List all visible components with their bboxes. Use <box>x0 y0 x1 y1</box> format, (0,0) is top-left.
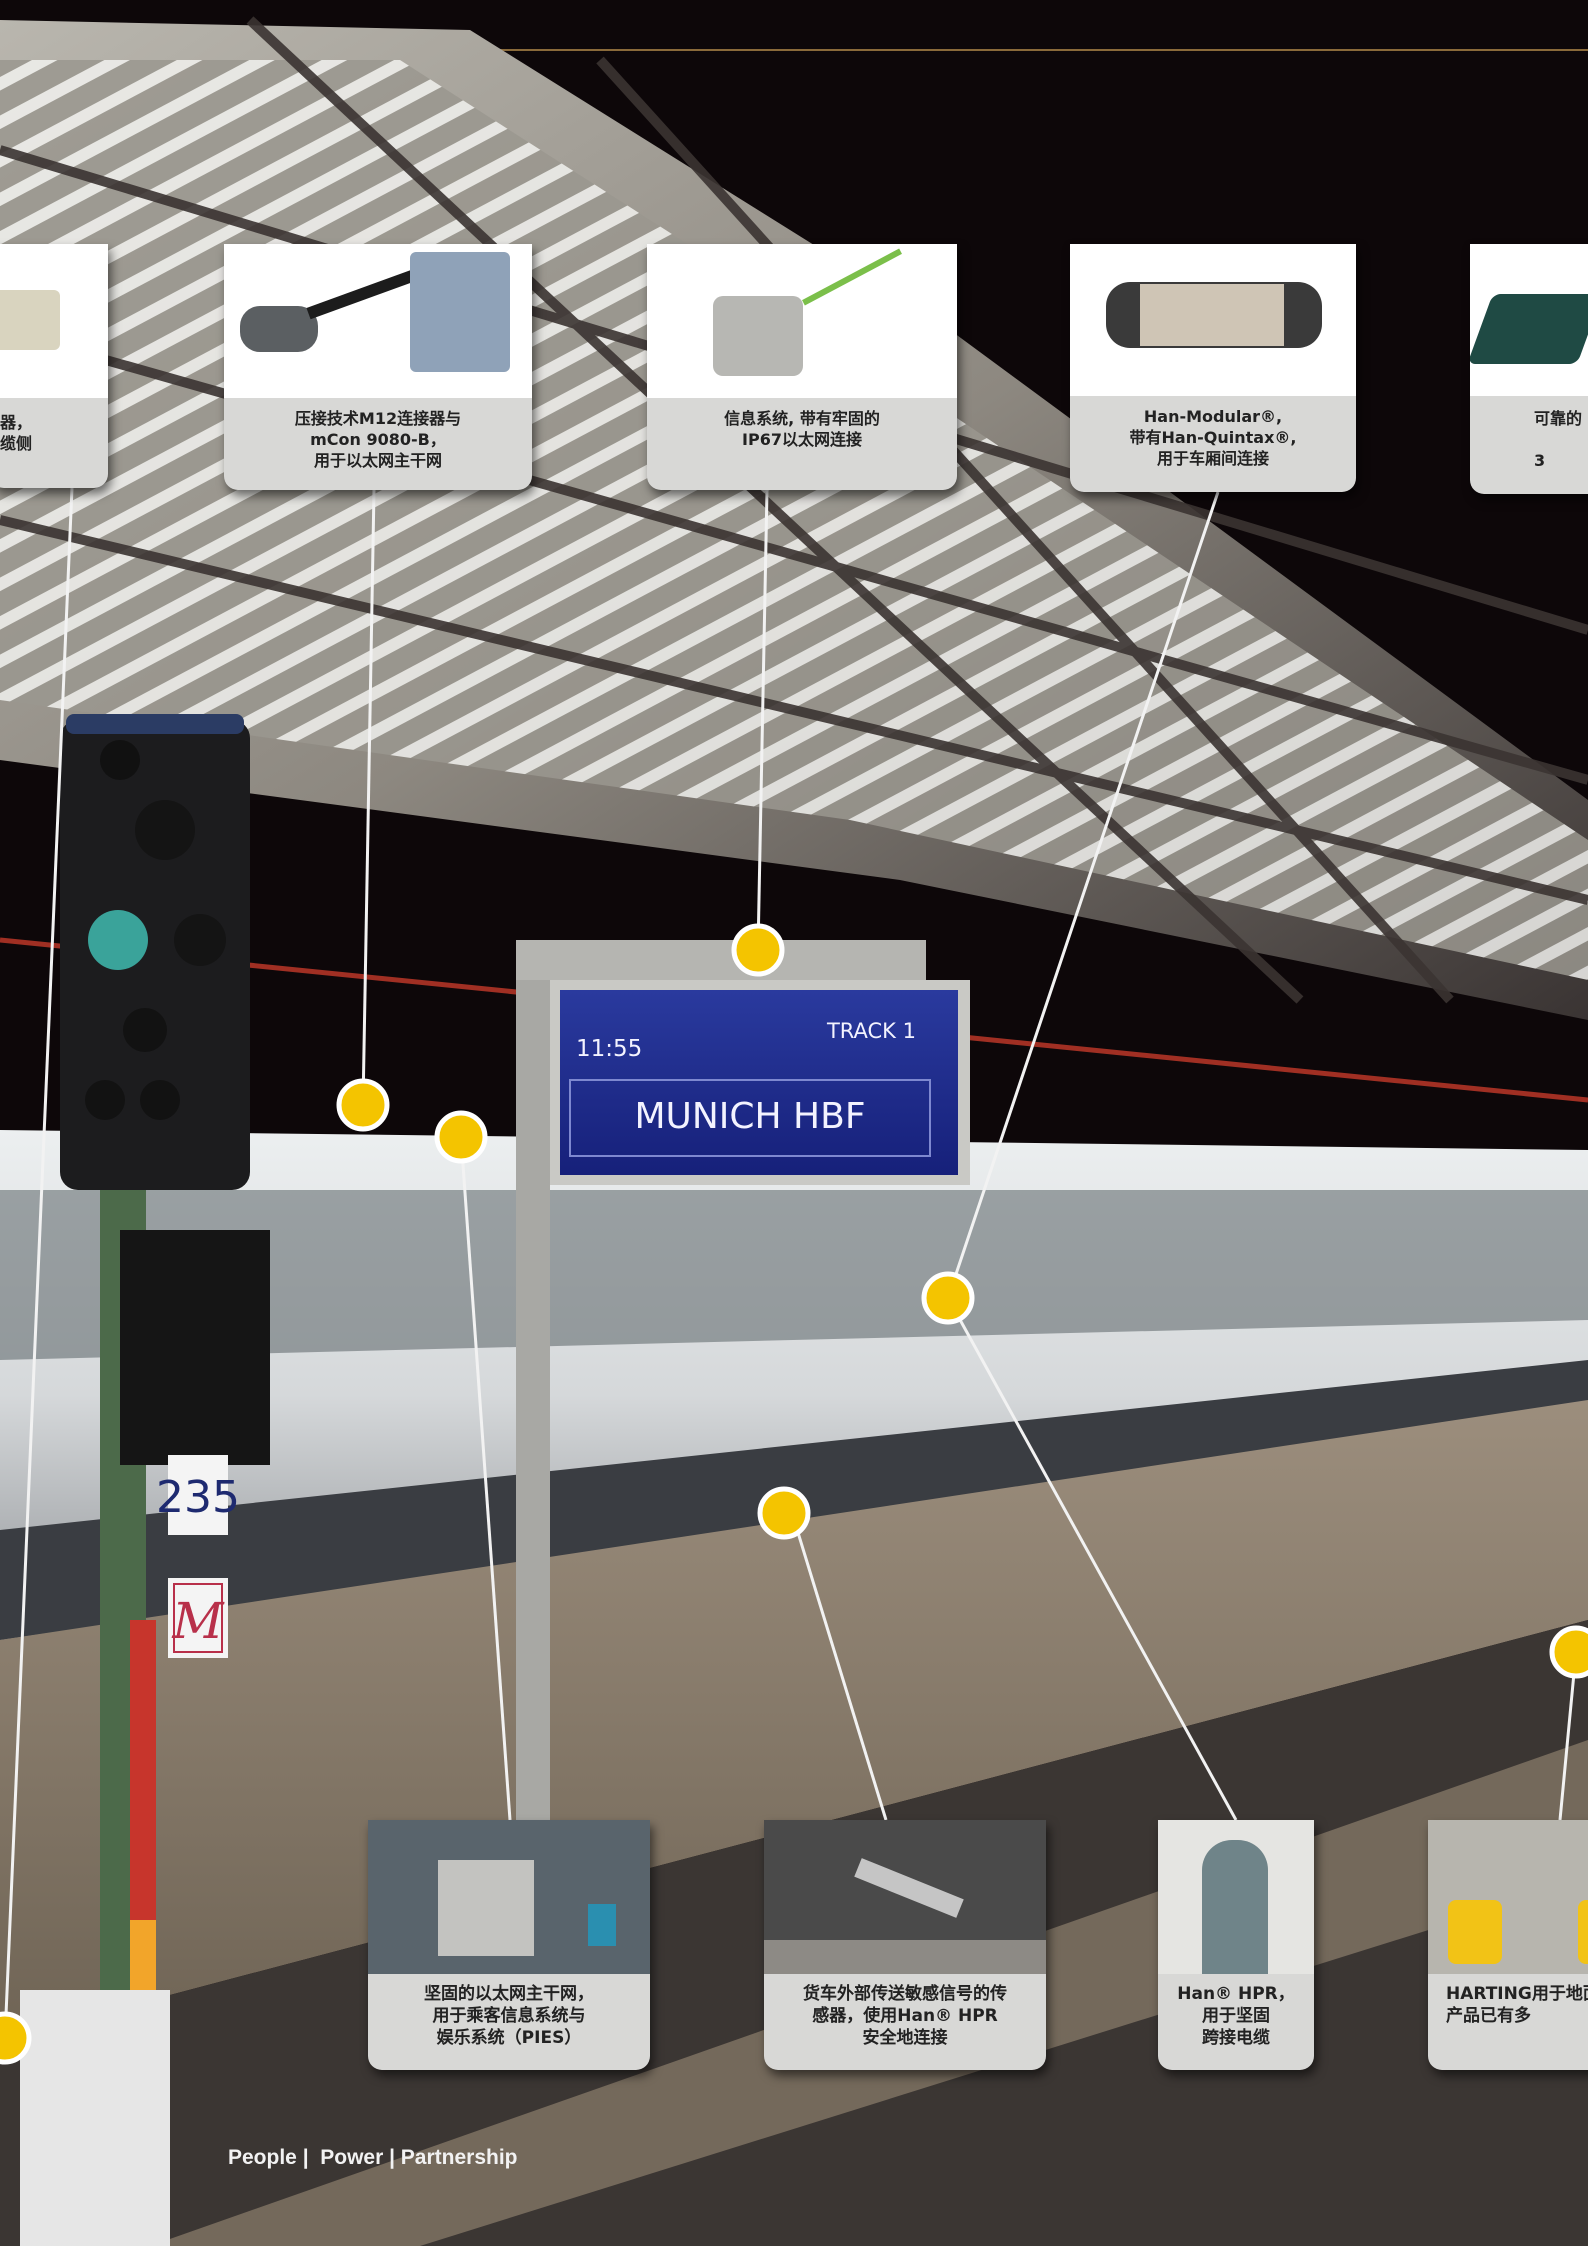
connector-photo <box>1470 244 1588 396</box>
top-callout-card-2[interactable]: 压接技术M12连接器与 mCon 9080-B， 用于以太网主干网 <box>224 244 532 490</box>
top-callout-card-1[interactable]: 器， 缆侧 <box>0 244 108 488</box>
card-caption: 货车外部传送敏感信号的传 感器，使用Han® HPR 安全地连接 <box>803 1984 1007 2048</box>
ip67-connector-photo <box>647 244 957 398</box>
hotspot-marker[interactable] <box>921 1271 975 1325</box>
signal-number-plate: 235 <box>156 1472 240 1523</box>
bottom-callout-card-4[interactable]: HARTING用于地面 产品已有多 <box>1428 1820 1588 2070</box>
card-caption: 压接技术M12连接器与 mCon 9080-B， 用于以太网主干网 <box>294 409 462 470</box>
hotspot-marker[interactable] <box>731 923 785 977</box>
han-hpr-jumper-cable-photo <box>1158 1820 1314 1974</box>
ground-equipment-photo <box>1428 1820 1588 1974</box>
card-caption: HARTING用于地面 产品已有多 <box>1446 1984 1588 2026</box>
bottom-callout-card-3[interactable]: Han® HPR， 用于坚固 跨接电缆 <box>1158 1820 1314 2070</box>
footer-tagline: People | Power | Partnership <box>228 2146 518 2169</box>
card-caption: Han® HPR， 用于坚固 跨接电缆 <box>1177 1984 1295 2048</box>
top-callout-card-4[interactable]: Han-Modular®, 带有Han-Quintax®, 用于车厢间连接 <box>1070 244 1356 492</box>
card-caption: 器， 缆侧 <box>0 413 33 453</box>
board-destination: MUNICH HBF <box>634 1096 865 1137</box>
top-callout-card-5[interactable]: 可靠的 3 <box>1470 244 1588 494</box>
hotspot-marker[interactable] <box>1549 1625 1588 1679</box>
bottom-callout-card-2[interactable]: 货车外部传送敏感信号的传 感器，使用Han® HPR 安全地连接 <box>764 1820 1046 2070</box>
signal-letter-plate: M <box>171 1592 225 1650</box>
hotspot-marker[interactable] <box>0 2011 32 2065</box>
card-caption: 坚固的以太网主干网， 用于乘客信息系统与 娱乐系统（PIES） <box>424 1984 594 2048</box>
hotspot-marker[interactable] <box>336 1078 390 1132</box>
bottom-callout-card-1[interactable]: 坚固的以太网主干网， 用于乘客信息系统与 娱乐系统（PIES） <box>368 1820 650 2070</box>
card-caption: 信息系统, 带有牢固的 IP67以太网连接 <box>724 409 880 449</box>
board-track: TRACK 1 <box>826 1019 916 1043</box>
hotspot-marker[interactable] <box>757 1486 811 1540</box>
top-callout-card-3[interactable]: 信息系统, 带有牢固的 IP67以太网连接 <box>647 244 957 490</box>
hotspot-marker[interactable] <box>434 1110 488 1164</box>
ethernet-backbone-photo <box>368 1820 650 1974</box>
board-time: 11:55 <box>576 1036 642 1062</box>
sensor-connector-photo <box>764 1820 1046 1974</box>
card-caption: Han-Modular®, 带有Han-Quintax®, 用于车厢间连接 <box>1129 407 1297 468</box>
connector-photo <box>0 244 108 398</box>
m12-connector-photo <box>224 244 532 398</box>
card-caption: 可靠的 3 <box>1534 409 1583 470</box>
han-modular-connector-photo <box>1070 244 1356 396</box>
